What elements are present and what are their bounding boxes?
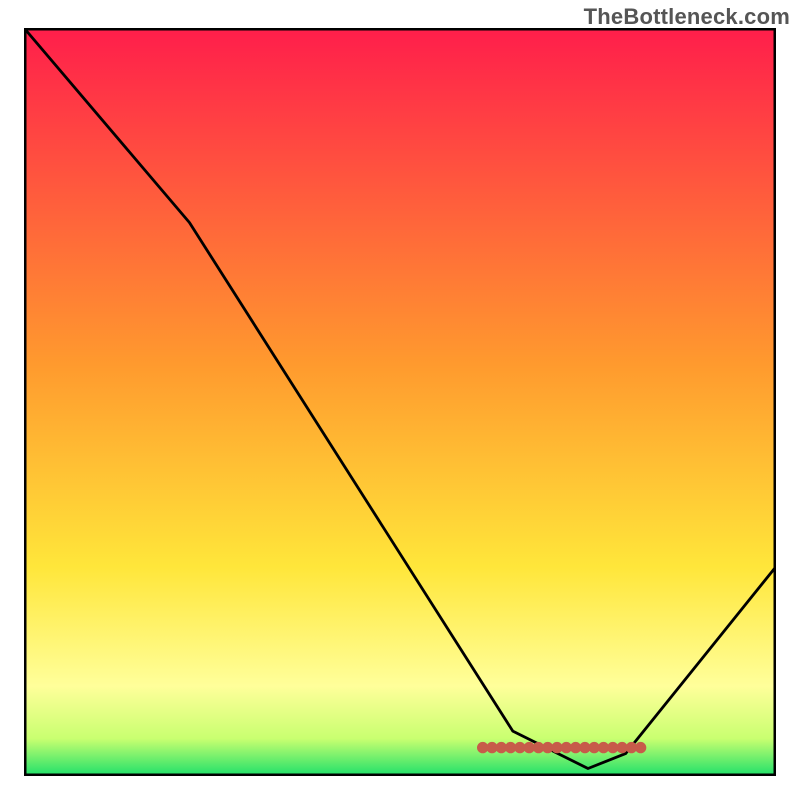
- chart-svg: [24, 28, 776, 776]
- chart-stage: TheBottleneck.com: [0, 0, 800, 800]
- chart-plot: [24, 28, 776, 776]
- watermark-text: TheBottleneck.com: [584, 4, 790, 30]
